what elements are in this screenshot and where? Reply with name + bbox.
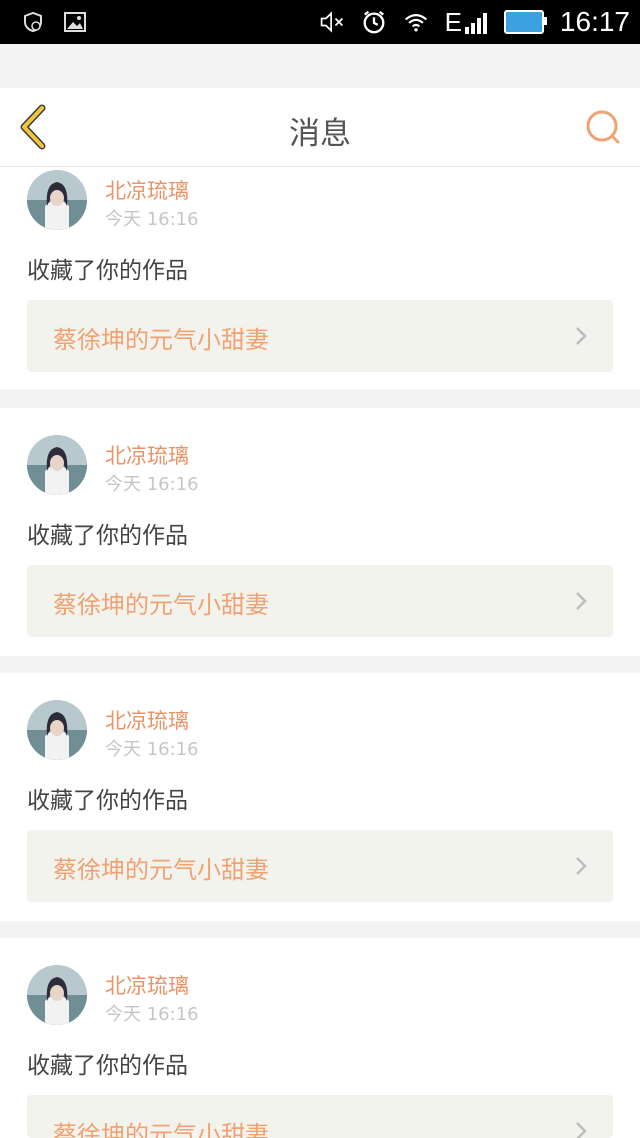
work-title: 蔡徐坤的元气小甜妻 [53,326,269,354]
work-link[interactable]: 蔡徐坤的元气小甜妻 [27,1095,613,1138]
spacer [0,44,640,88]
chevron-right-icon [576,857,587,875]
avatar[interactable] [27,435,87,495]
signal-icon [464,10,488,40]
username[interactable]: 北凉琉璃 [105,175,189,205]
action-text: 收藏了你的作品 [27,788,188,814]
work-link[interactable]: 蔡徐坤的元气小甜妻 [27,565,613,637]
action-text: 收藏了你的作品 [27,1053,188,1079]
action-text: 收藏了你的作品 [27,523,188,549]
status-bar: E 16:17 [0,0,640,44]
page-title: 消息 [289,116,351,152]
username[interactable]: 北凉琉璃 [105,440,189,470]
avatar[interactable] [27,700,87,760]
search-button[interactable] [584,108,624,148]
chevron-right-icon [576,1122,587,1138]
timestamp: 今天 16:16 [105,209,199,230]
battery-icon [503,10,547,34]
network-type-label: E [444,7,462,37]
avatar[interactable] [27,170,87,230]
message-card[interactable]: 北凉琉璃 今天 16:16 收藏了你的作品 蔡徐坤的元气小甜妻 [0,167,640,389]
timestamp: 今天 16:16 [105,739,199,760]
work-title: 蔡徐坤的元气小甜妻 [53,1121,269,1138]
username[interactable]: 北凉琉璃 [105,705,189,735]
action-text: 收藏了你的作品 [27,258,188,284]
avatar[interactable] [27,965,87,1025]
mute-icon [319,9,345,35]
app-header: 消息 [0,88,640,167]
wifi-icon [403,9,429,35]
work-title: 蔡徐坤的元气小甜妻 [53,591,269,619]
clock: 16:17 [559,6,630,37]
alarm-icon [361,9,387,35]
work-title: 蔡徐坤的元气小甜妻 [53,856,269,884]
work-link[interactable]: 蔡徐坤的元气小甜妻 [27,300,613,372]
notification-shield-icon [20,9,46,35]
message-card[interactable]: 北凉琉璃 今天 16:16 收藏了你的作品 蔡徐坤的元气小甜妻 [0,408,640,656]
message-card[interactable]: 北凉琉璃 今天 16:16 收藏了你的作品 蔡徐坤的元气小甜妻 [0,673,640,921]
message-card[interactable]: 北凉琉璃 今天 16:16 收藏了你的作品 蔡徐坤的元气小甜妻 [0,938,640,1138]
timestamp: 今天 16:16 [105,1004,199,1025]
timestamp: 今天 16:16 [105,474,199,495]
chevron-right-icon [576,327,587,345]
work-link[interactable]: 蔡徐坤的元气小甜妻 [27,830,613,902]
search-icon [586,110,620,144]
image-icon [62,9,88,35]
username[interactable]: 北凉琉璃 [105,970,189,1000]
chevron-right-icon [576,592,587,610]
